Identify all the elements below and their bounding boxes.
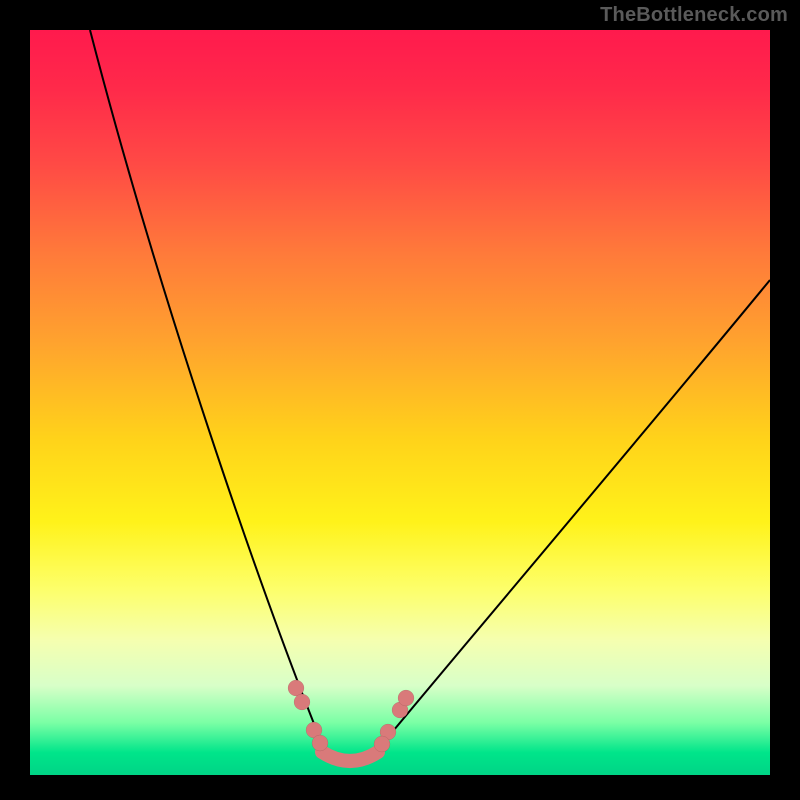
watermark-text: TheBottleneck.com — [600, 4, 788, 27]
bottleneck-curve — [30, 30, 770, 775]
plot-area — [30, 30, 770, 775]
curve-trough — [322, 752, 378, 761]
bead-cluster-right — [374, 690, 414, 752]
curve-right-branch — [374, 280, 770, 754]
bead-cluster-left — [288, 680, 328, 751]
curve-left-branch — [90, 30, 326, 754]
